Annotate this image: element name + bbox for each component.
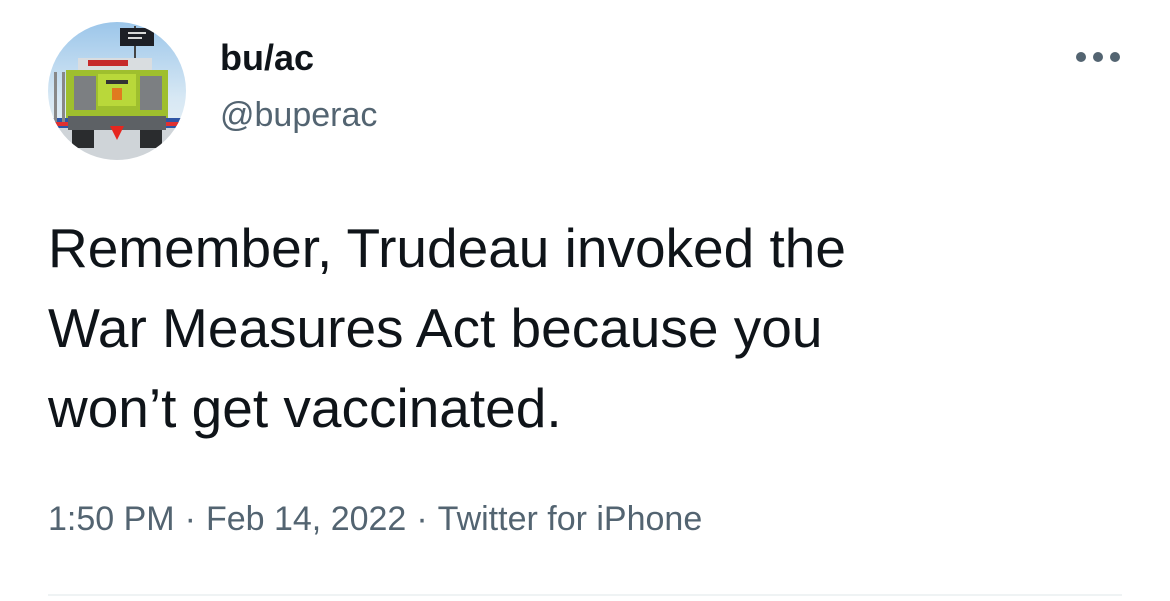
avatar[interactable] <box>48 22 186 160</box>
meta-separator: · <box>184 500 196 538</box>
meta-separator: · <box>416 500 428 538</box>
author-display-name[interactable]: bu/ac <box>220 36 314 80</box>
tweet: bu/ac @buperac Remember, Trudeau invoked… <box>0 0 1170 601</box>
tweet-text-line: Remember, Trudeau invoked the <box>48 217 846 279</box>
tweet-metadata: 1:50 PM · Feb 14, 2022 · Twitter for iPhone <box>48 495 702 543</box>
tweet-text: Remember, Trudeau invoked the War Measur… <box>48 208 1128 448</box>
tweet-text-line: War Measures Act because you <box>48 297 823 359</box>
more-options-icon <box>1076 52 1120 62</box>
tweet-date[interactable]: Feb 14, 2022 <box>206 500 406 538</box>
tweet-source[interactable]: Twitter for iPhone <box>438 500 703 538</box>
tweet-text-line: won’t get vaccinated. <box>48 377 562 439</box>
author-handle[interactable]: @buperac <box>220 93 377 137</box>
divider <box>48 594 1122 596</box>
tweet-time[interactable]: 1:50 PM <box>48 500 175 538</box>
more-options-button[interactable] <box>1068 40 1128 74</box>
combine-harvester-avatar-icon <box>48 22 186 160</box>
